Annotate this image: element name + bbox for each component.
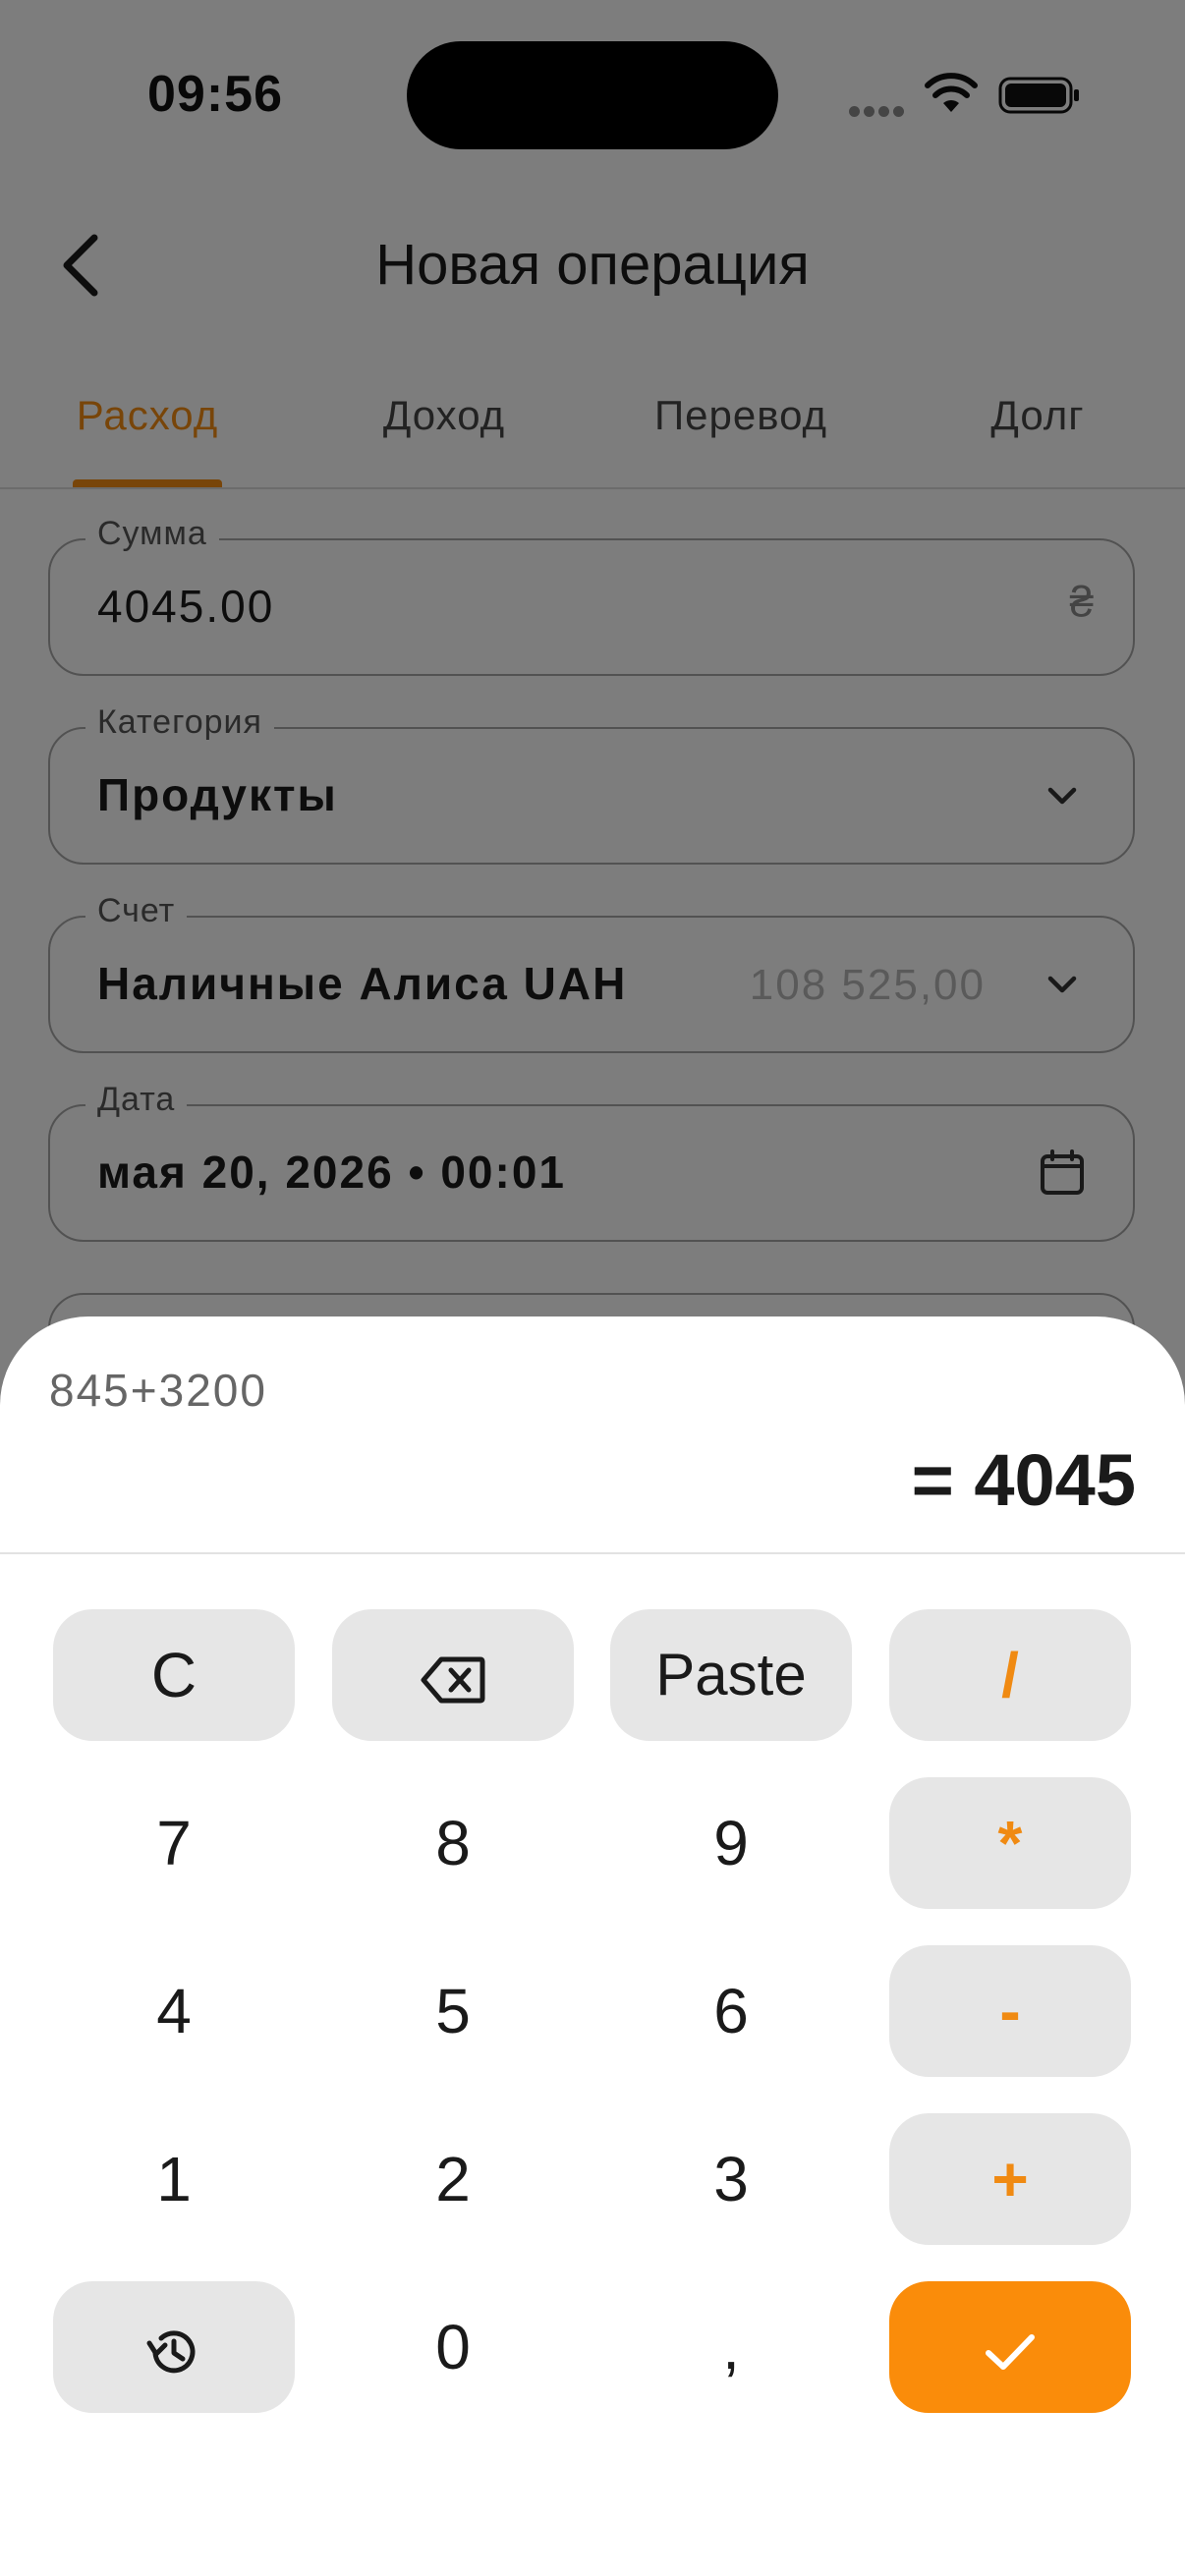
confirm-button[interactable] [889,2281,1131,2413]
digit-3-button[interactable]: 3 [610,2113,852,2245]
calculator-sheet: 845+3200 = 4045 C Paste / 7 8 9 * 4 5 6 … [0,1316,1185,2576]
decimal-separator-button[interactable]: , [610,2281,852,2413]
divide-button[interactable]: / [889,1609,1131,1741]
digit-8-button[interactable]: 8 [332,1777,574,1909]
paste-button[interactable]: Paste [610,1609,852,1741]
calculator-result: = 4045 [911,1439,1136,1521]
digit-2-button[interactable]: 2 [332,2113,574,2245]
clear-button[interactable]: C [53,1609,295,1741]
backspace-button[interactable] [332,1609,574,1741]
add-button[interactable]: + [889,2113,1131,2245]
digit-4-button[interactable]: 4 [53,1945,295,2077]
history-icon [146,2330,196,2374]
digit-5-button[interactable]: 5 [332,1945,574,2077]
checkmark-icon [986,2334,1035,2371]
subtract-button[interactable]: - [889,1945,1131,2077]
digit-1-button[interactable]: 1 [53,2113,295,2245]
calculator-expression: 845+3200 [49,1365,267,1416]
multiply-button[interactable]: * [889,1777,1131,1909]
divider [0,1552,1185,1554]
digit-7-button[interactable]: 7 [53,1777,295,1909]
history-button[interactable] [53,2281,295,2413]
digit-6-button[interactable]: 6 [610,1945,852,2077]
digit-9-button[interactable]: 9 [610,1777,852,1909]
digit-0-button[interactable]: 0 [332,2281,574,2413]
backspace-icon [421,1656,485,1704]
